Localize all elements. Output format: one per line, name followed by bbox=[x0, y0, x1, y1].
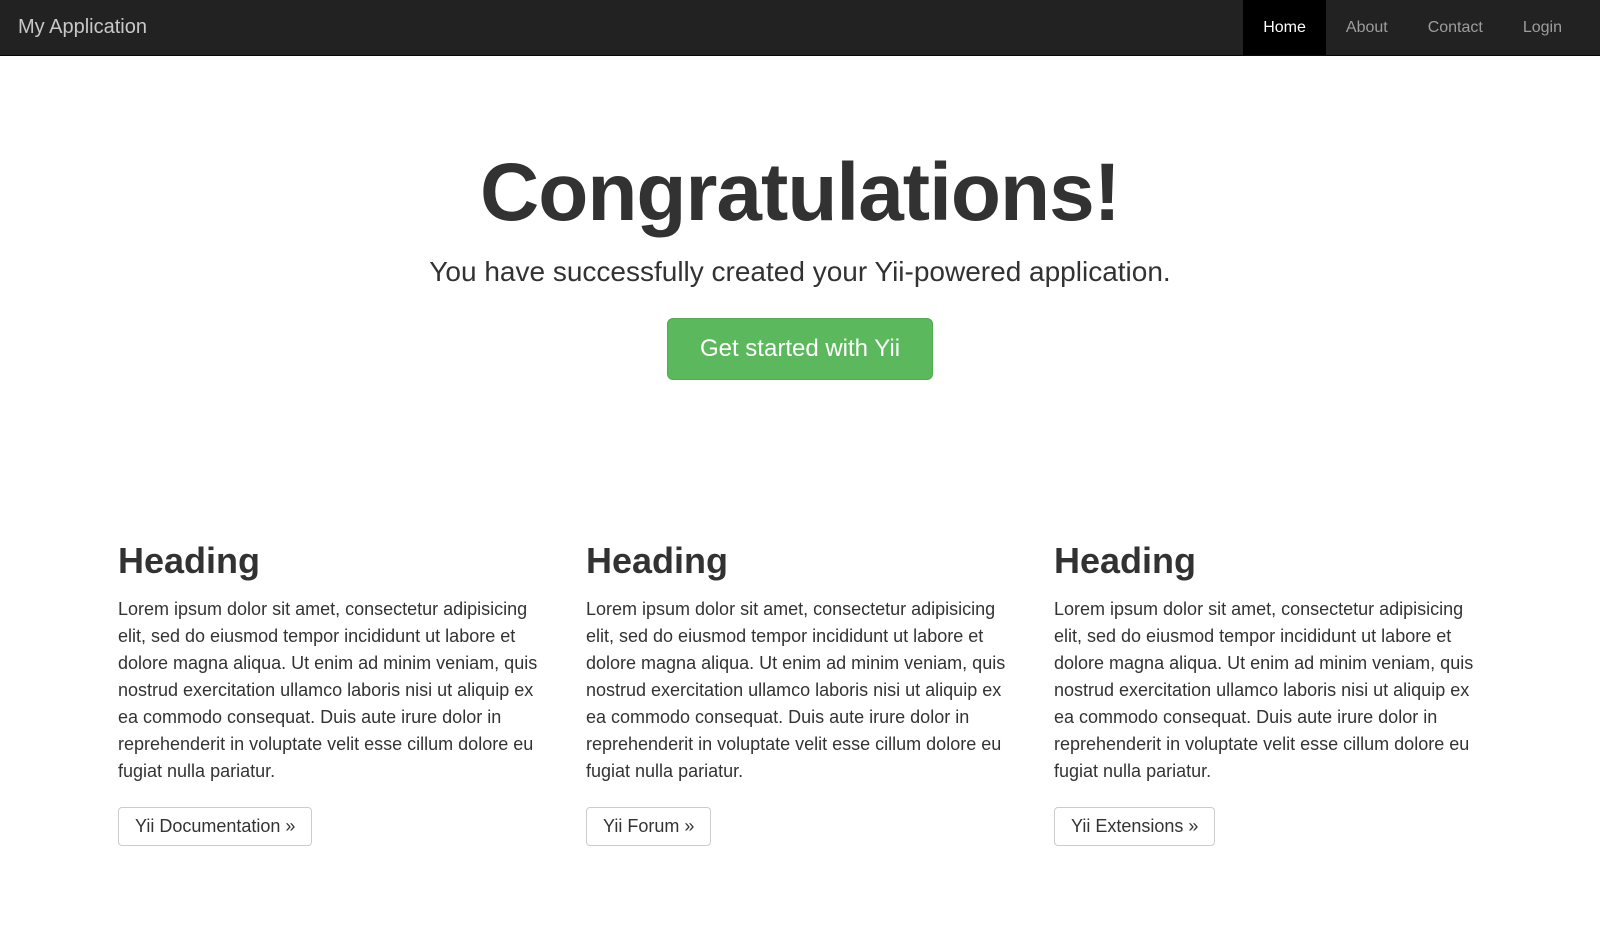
feature-body: Lorem ipsum dolor sit amet, consectetur … bbox=[586, 596, 1014, 785]
get-started-button[interactable]: Get started with Yii bbox=[667, 318, 933, 380]
navbar-brand[interactable]: My Application bbox=[18, 0, 162, 55]
nav-item-login[interactable]: Login bbox=[1503, 0, 1582, 55]
navbar: My Application Home About Contact Login bbox=[0, 0, 1600, 56]
nav-item-about[interactable]: About bbox=[1326, 0, 1408, 55]
feature-body: Lorem ipsum dolor sit amet, consectetur … bbox=[1054, 596, 1482, 785]
nav-item-home[interactable]: Home bbox=[1243, 0, 1326, 55]
feature-heading: Heading bbox=[118, 540, 546, 582]
yii-documentation-button[interactable]: Yii Documentation » bbox=[118, 807, 312, 846]
feature-col-3: Heading Lorem ipsum dolor sit amet, cons… bbox=[1054, 540, 1482, 846]
feature-heading: Heading bbox=[586, 540, 1014, 582]
nav-item-contact[interactable]: Contact bbox=[1408, 0, 1503, 55]
feature-row: Heading Lorem ipsum dolor sit amet, cons… bbox=[118, 540, 1482, 896]
nav-link-contact[interactable]: Contact bbox=[1408, 0, 1503, 55]
navbar-nav: Home About Contact Login bbox=[1243, 0, 1582, 55]
jumbotron-lead: You have successfully created your Yii-p… bbox=[118, 256, 1482, 288]
feature-body: Lorem ipsum dolor sit amet, consectetur … bbox=[118, 596, 546, 785]
feature-heading: Heading bbox=[1054, 540, 1482, 582]
feature-col-2: Heading Lorem ipsum dolor sit amet, cons… bbox=[586, 540, 1014, 846]
jumbotron: Congratulations! You have successfully c… bbox=[118, 56, 1482, 470]
nav-link-about[interactable]: About bbox=[1326, 0, 1408, 55]
feature-col-1: Heading Lorem ipsum dolor sit amet, cons… bbox=[118, 540, 546, 846]
jumbotron-title: Congratulations! bbox=[118, 146, 1482, 240]
main-container: Congratulations! You have successfully c… bbox=[100, 56, 1500, 896]
nav-link-home[interactable]: Home bbox=[1243, 0, 1326, 55]
nav-link-login[interactable]: Login bbox=[1503, 0, 1582, 55]
yii-forum-button[interactable]: Yii Forum » bbox=[586, 807, 711, 846]
yii-extensions-button[interactable]: Yii Extensions » bbox=[1054, 807, 1215, 846]
